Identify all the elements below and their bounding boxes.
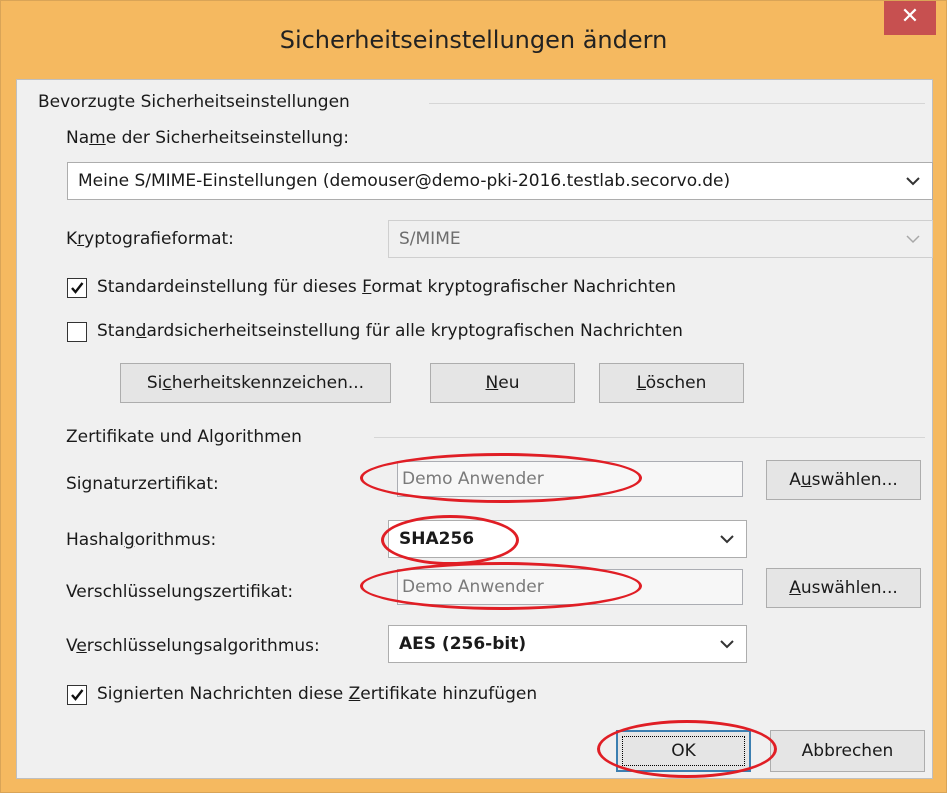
choose-sign-cert-button[interactable]: Auswählen... [766, 460, 921, 500]
hash-algorithm-combo[interactable]: SHA256 [388, 520, 747, 558]
crypto-format-value: S/MIME [399, 229, 461, 249]
close-button[interactable]: ✕ [884, 1, 936, 35]
enc-cert-label: Verschlüsselungszertifikat: [66, 582, 294, 602]
checkmark-icon [71, 282, 84, 294]
hash-algorithm-value: SHA256 [399, 529, 475, 549]
sign-cert-field[interactable]: Demo Anwender [397, 461, 743, 497]
focus-rectangle [622, 736, 745, 766]
format-label: Kryptografieformat: [66, 229, 234, 249]
delete-button[interactable]: Löschen [599, 363, 744, 403]
title-bar[interactable]: Sicherheitseinstellungen ändern ✕ [1, 1, 946, 79]
dialog-title: Sicherheitseinstellungen ändern [279, 26, 668, 54]
chevron-down-icon [720, 626, 738, 662]
default-format-label[interactable]: Standardeinstellung für dieses Format kr… [97, 277, 676, 297]
ok-button[interactable]: OK [616, 730, 751, 772]
checkmark-icon [71, 689, 84, 701]
crypto-format-combo[interactable]: S/MIME [388, 220, 933, 258]
sign-cert-label: Signaturzertifikat: [66, 474, 219, 494]
choose-enc-cert-button[interactable]: Auswählen... [766, 568, 921, 608]
security-setting-name-value: Meine S/MIME-Einstellungen (demouser@dem… [78, 171, 731, 191]
chevron-down-icon [906, 221, 924, 257]
enc-algorithm-value: AES (256-bit) [399, 634, 527, 654]
enc-algorithm-label: Verschlüsselungsalgorithmus: [66, 636, 320, 656]
group-divider [374, 437, 925, 438]
security-setting-name-combo[interactable]: Meine S/MIME-Einstellungen (demouser@dem… [67, 162, 933, 200]
hash-algorithm-label: Hashalgorithmus: [66, 530, 217, 550]
name-label: Name der Sicherheitseinstellung: [66, 128, 349, 148]
security-labels-button[interactable]: Sicherheitskennzeichen... [120, 363, 391, 403]
group-label-preferred: Bevorzugte Sicherheitseinstellungen [38, 92, 350, 112]
chevron-down-icon [906, 163, 924, 199]
dialog-content: Bevorzugte Sicherheitseinstellungen Name… [16, 79, 933, 779]
attach-certs-label[interactable]: Signierten Nachrichten diese Zertifikate… [97, 684, 537, 704]
default-all-label[interactable]: Standardsicherheitseinstellung für alle … [97, 321, 683, 341]
attach-certs-checkbox[interactable] [67, 685, 87, 705]
chevron-down-icon [720, 521, 738, 557]
new-button[interactable]: Neu [430, 363, 575, 403]
cancel-button[interactable]: Abbrechen [770, 730, 925, 772]
default-all-checkbox[interactable] [67, 322, 87, 342]
group-label-certs: Zertifikate und Algorithmen [66, 427, 302, 447]
group-divider [429, 103, 925, 104]
dialog-window: Sicherheitseinstellungen ändern ✕ Bevorz… [0, 0, 947, 793]
enc-cert-field[interactable]: Demo Anwender [397, 569, 743, 605]
enc-algorithm-combo[interactable]: AES (256-bit) [388, 625, 747, 663]
default-format-checkbox[interactable] [67, 278, 87, 298]
